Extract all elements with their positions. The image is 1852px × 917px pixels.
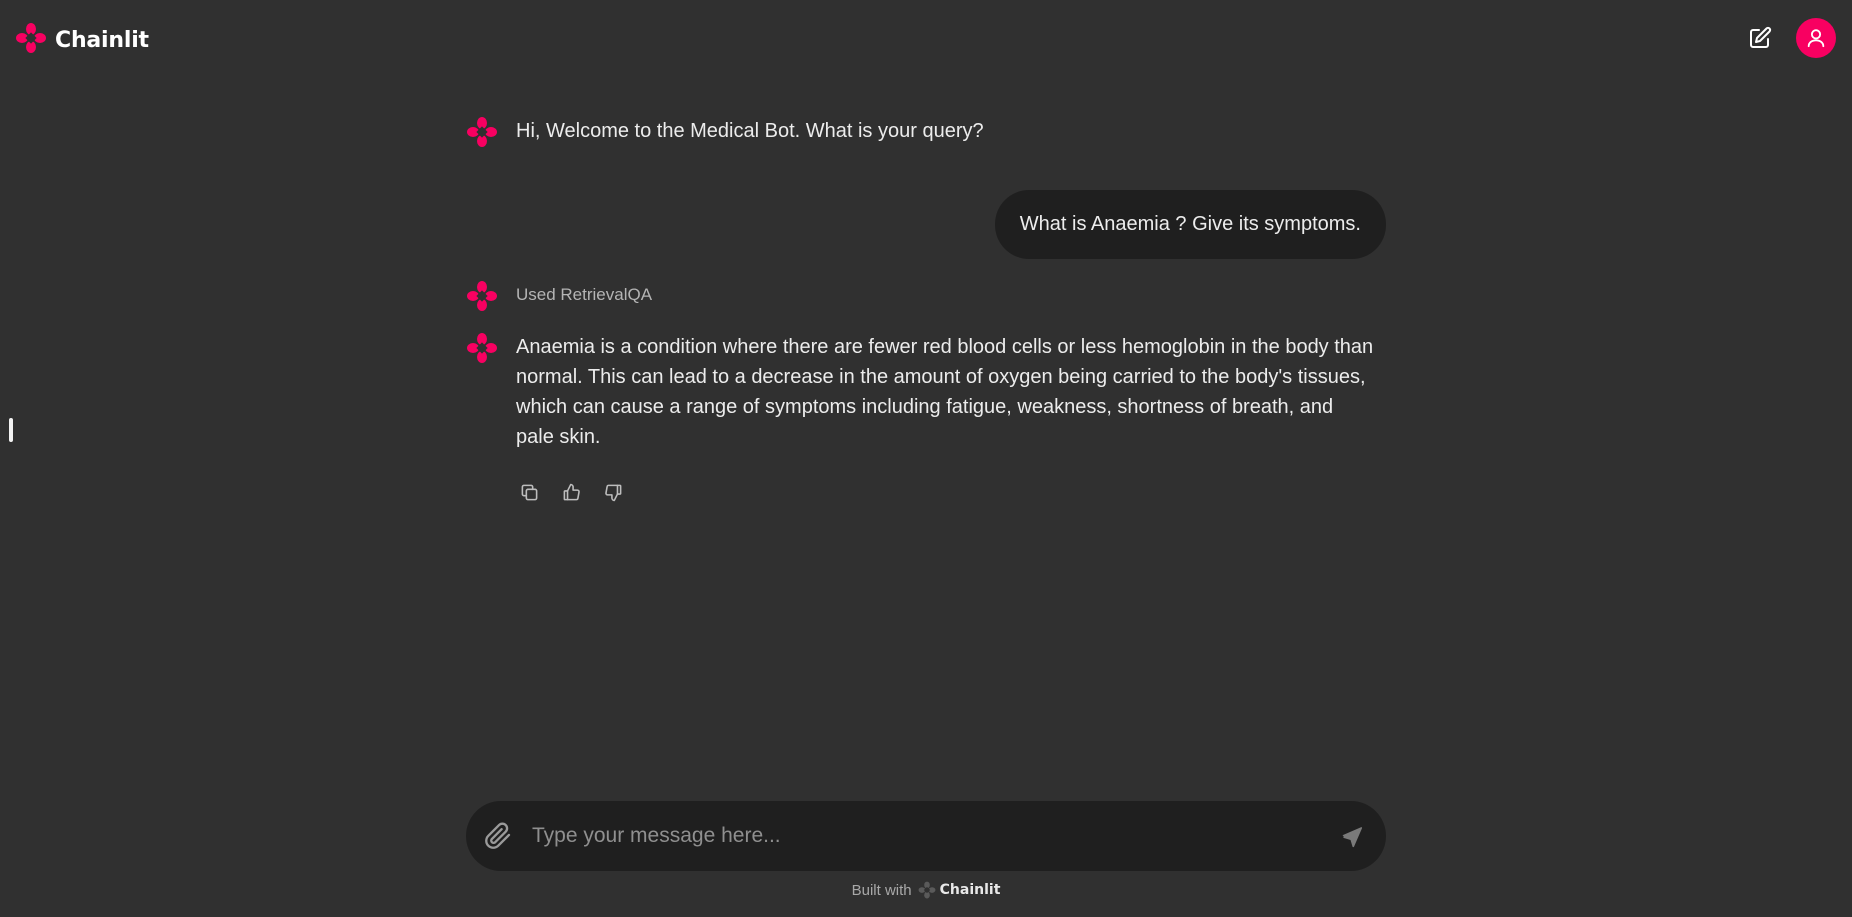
paperclip-icon <box>485 822 511 849</box>
built-with-label: Built with <box>851 881 912 899</box>
chainlit-logo-icon <box>467 117 497 147</box>
send-icon <box>1342 827 1363 848</box>
thumbs-down-button[interactable] <box>602 481 624 503</box>
copy-icon <box>521 484 537 500</box>
message-text: Anaemia is a condition where there are f… <box>516 336 1374 448</box>
message-composer <box>466 801 1386 871</box>
message-text: Hi, Welcome to the Medical Bot. What is … <box>516 120 984 142</box>
step-indicator[interactable]: Used RetrievalQA <box>466 280 1386 312</box>
step-label: Used RetrievalQA <box>516 285 653 304</box>
footer-brand-name: Chainlit <box>939 882 1001 898</box>
user-message: What is Anaemia ? Give its symptoms. <box>994 190 1386 259</box>
chainlit-logo-icon <box>467 333 497 363</box>
chat-app: Chainlit Hi, Welcome to the Medical Bot.… <box>0 0 1852 917</box>
assistant-message: Anaemia is a condition where there are f… <box>466 332 1386 452</box>
assistant-message: Hi, Welcome to the Medical Bot. What is … <box>466 116 1386 148</box>
thumbs-up-icon <box>563 483 580 500</box>
chainlit-logo-icon <box>15 22 47 59</box>
message-input[interactable] <box>530 823 1338 849</box>
user-icon <box>1807 29 1825 48</box>
brand-logo: Chainlit <box>15 22 149 59</box>
send-button[interactable] <box>1338 822 1366 850</box>
chainlit-logo-icon <box>467 281 497 311</box>
bot-avatar <box>466 332 498 364</box>
edit-icon <box>1750 26 1772 48</box>
bot-avatar <box>466 280 498 312</box>
new-chat-button[interactable] <box>1746 24 1774 52</box>
attach-file-button[interactable] <box>484 822 512 850</box>
user-avatar-button[interactable] <box>1796 18 1836 58</box>
brand-name: Chainlit <box>55 28 149 53</box>
footer-brand-link[interactable]: Chainlit <box>918 881 1001 899</box>
footer: Built with Chainlit <box>0 881 1852 899</box>
bot-avatar <box>466 116 498 148</box>
message-actions <box>518 481 624 503</box>
chainlit-logo-icon <box>918 881 936 899</box>
sidebar-toggle-handle[interactable] <box>9 418 13 442</box>
copy-button[interactable] <box>518 481 540 503</box>
message-text: What is Anaemia ? Give its symptoms. <box>1019 213 1361 235</box>
header-actions <box>1746 18 1836 58</box>
thumbs-down-icon <box>604 484 621 501</box>
thumbs-up-button[interactable] <box>560 481 582 503</box>
